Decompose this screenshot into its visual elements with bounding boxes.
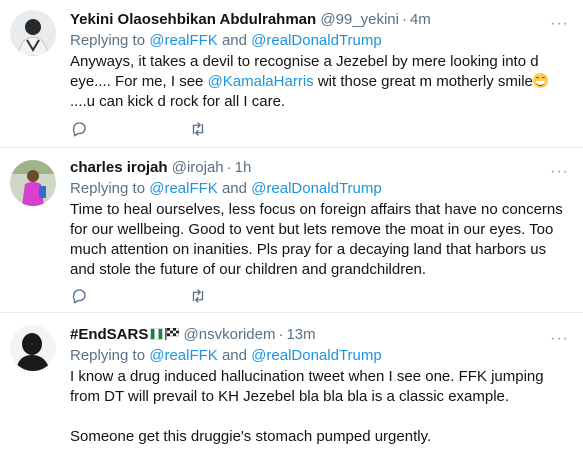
display-name[interactable]: charles irojah <box>70 159 168 176</box>
reply-mention-link[interactable]: @realFFK <box>149 347 218 364</box>
replying-to-label: Replying to <box>70 180 146 197</box>
user-handle[interactable]: @irojah <box>172 159 224 176</box>
avatar-image <box>10 325 56 371</box>
replying-to: Replying to @realFFK and @realDonaldTrum… <box>70 346 569 366</box>
grinning-face-emoji-icon <box>532 73 548 88</box>
more-options-icon[interactable]: ··· <box>550 164 569 180</box>
replying-to-label: Replying to <box>70 32 146 49</box>
tweet[interactable]: #EndSARS @nsvkoridem · 13m Replying to @re… <box>0 313 583 455</box>
timestamp[interactable]: 4m <box>410 11 431 28</box>
replying-and-label: and <box>221 180 247 197</box>
reply-icon <box>72 122 86 137</box>
more-options-icon[interactable]: ··· <box>550 331 569 347</box>
timestamp[interactable]: 13m <box>286 326 315 343</box>
tweet[interactable]: charles irojah @irojah · 1h Replying to @r… <box>0 148 583 313</box>
timestamp[interactable]: 1h <box>235 159 252 176</box>
reply-button[interactable] <box>70 120 88 138</box>
reply-mention-link[interactable]: @realFFK <box>149 180 218 197</box>
separator-dot: · <box>226 159 232 176</box>
nigeria-flag-icon <box>150 328 164 340</box>
tweet-text: Anyways, it takes a devil to recognise a… <box>70 52 569 112</box>
mention-link[interactable]: @KamalaHarris <box>208 73 314 90</box>
avatar[interactable] <box>10 325 56 371</box>
more-options-icon[interactable]: ··· <box>550 16 569 32</box>
tweet-text-paragraph: I know a drug induced hallucination twee… <box>70 368 544 405</box>
separator-dot: · <box>401 11 407 28</box>
replying-and-label: and <box>221 32 247 49</box>
retweet-icon <box>192 122 204 136</box>
replying-to: Replying to @realFFK and @realDonaldTrum… <box>70 31 569 51</box>
avatar-image <box>10 10 56 56</box>
reply-mention-link[interactable]: @realDonaldTrump <box>251 180 382 197</box>
display-name[interactable]: Yekini Olaosehbikan Abdulrahman <box>70 11 316 28</box>
checkered-flag-icon <box>165 328 180 340</box>
retweet-icon <box>192 289 204 303</box>
avatar[interactable] <box>10 10 56 56</box>
separator-dot: · <box>278 326 284 343</box>
tweet-text: Time to heal ourselves, less focus on fo… <box>70 201 563 278</box>
retweet-button[interactable] <box>188 287 208 305</box>
user-handle[interactable]: @99_yekini <box>320 11 399 28</box>
reply-icon <box>72 289 86 304</box>
avatar[interactable] <box>10 160 56 206</box>
tweet-actions <box>70 286 308 306</box>
user-handle[interactable]: @nsvkoridem <box>184 326 276 343</box>
replying-to: Replying to @realFFK and @realDonaldTrum… <box>70 179 569 199</box>
tweet[interactable]: Yekini Olaosehbikan Abdulrahman @99_yeki… <box>0 0 583 148</box>
tweet-text: I know a drug induced hallucination twee… <box>70 367 569 447</box>
avatar-image <box>10 160 56 206</box>
reply-button[interactable] <box>70 287 88 305</box>
tweet-actions <box>70 119 308 139</box>
reply-mention-link[interactable]: @realDonaldTrump <box>251 32 382 49</box>
display-name[interactable]: #EndSARS <box>70 326 148 343</box>
tweet-text-part: wit those great m motherly smile <box>313 73 533 90</box>
tweet-header: #EndSARS @nsvkoridem · 13m <box>70 325 569 345</box>
tweet-header: Yekini Olaosehbikan Abdulrahman @99_yeki… <box>70 10 569 30</box>
reply-mention-link[interactable]: @realDonaldTrump <box>251 347 382 364</box>
replying-and-label: and <box>221 347 247 364</box>
replying-to-label: Replying to <box>70 347 146 364</box>
tweet-header: charles irojah @irojah · 1h <box>70 158 569 178</box>
tweet-text-paragraph: Someone get this druggie's stomach pumpe… <box>70 428 432 445</box>
tweet-text-part: ....u can kick d rock for all I care. <box>70 93 286 110</box>
reply-mention-link[interactable]: @realFFK <box>149 32 218 49</box>
retweet-button[interactable] <box>188 120 208 138</box>
